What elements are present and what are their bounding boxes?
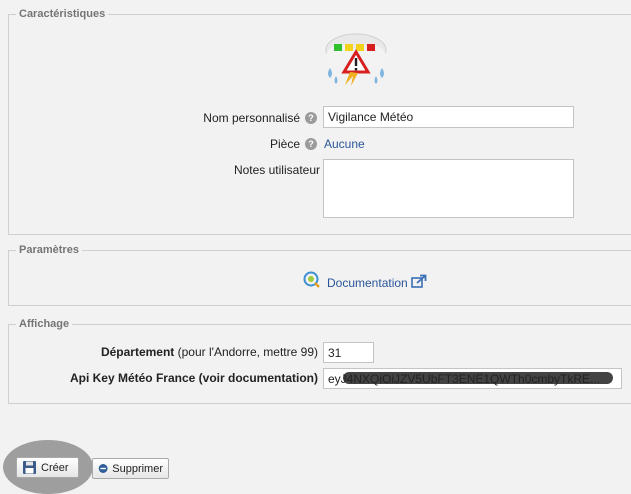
api-key-redaction [343,372,613,384]
display-legend: Affichage [19,318,70,330]
department-hint: (pour l'Andorre, mettre 99) [177,345,318,359]
custom-name-label: Nom personnalisé [203,111,300,125]
help-icon[interactable]: ? [305,112,317,124]
delete-button[interactable]: Supprimer [92,458,169,479]
delete-button-label: Supprimer [112,462,163,475]
notes-label: Notes utilisateur [233,163,320,177]
help-icon[interactable]: ? [305,138,317,150]
parameters-legend: Paramètres [19,244,79,256]
save-icon [23,461,36,474]
characteristics-legend: Caractéristiques [19,8,106,20]
department-label: Département [100,345,175,359]
custom-name-input[interactable] [323,106,574,128]
external-link-icon[interactable] [411,274,427,288]
department-input[interactable] [323,342,374,363]
room-label: Pièce [269,137,300,151]
create-button[interactable]: Créer [16,457,79,478]
display-section: Affichage [8,318,631,404]
notes-textarea[interactable] [323,159,574,218]
book-icon [303,271,320,288]
create-button-label: Créer [41,461,69,474]
room-link[interactable]: Aucune [324,137,365,151]
weather-warning-icon [325,33,387,86]
minus-circle-icon [98,464,108,473]
documentation-link[interactable]: Documentation [327,276,408,290]
department-label-row: Département (pour l'Andorre, mettre 99) [101,345,318,359]
api-key-label: Api Key Météo France (voir documentation… [69,371,318,385]
